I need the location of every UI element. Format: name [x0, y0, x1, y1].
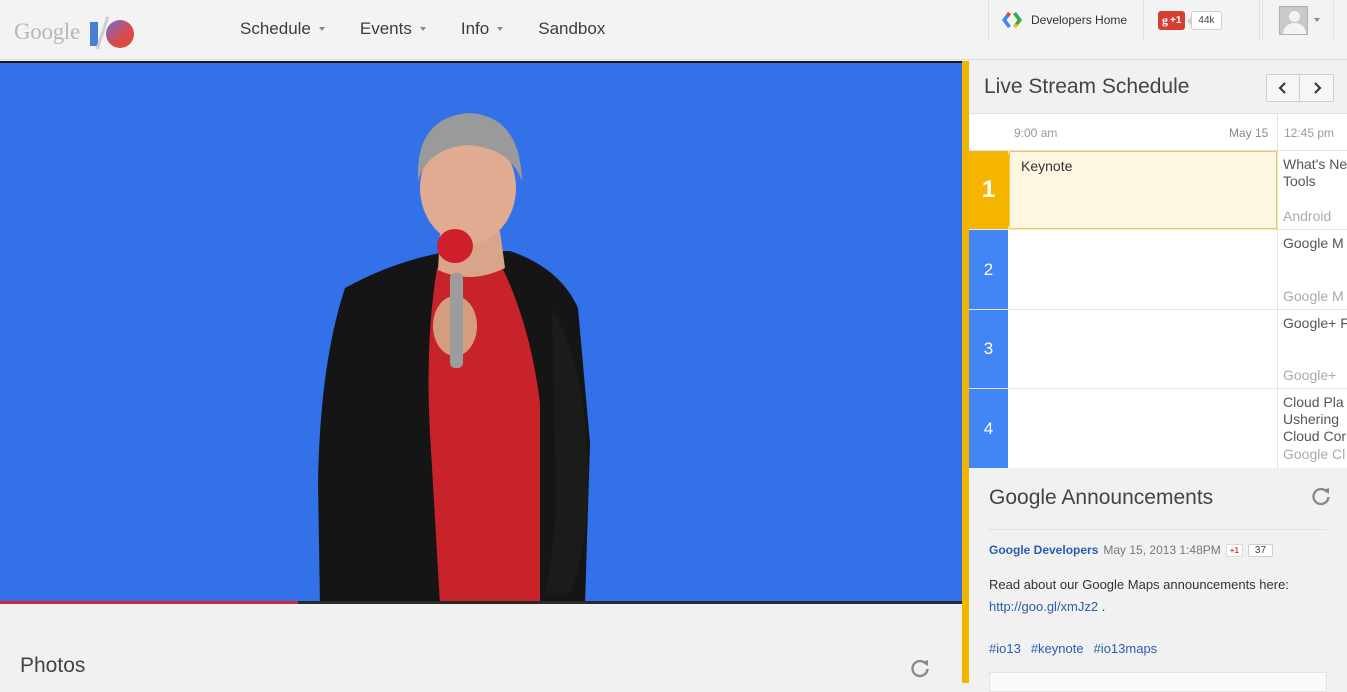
- chevron-down-icon: [497, 27, 504, 31]
- live-stream-schedule: Live Stream Schedule 9:00 am May 15 12:4…: [969, 61, 1347, 468]
- schedule-session-current[interactable]: [1009, 310, 1277, 388]
- plus-one-label: +1: [1170, 14, 1182, 26]
- chevron-down-icon: [318, 27, 325, 31]
- announcements-title: Google Announcements: [989, 486, 1214, 509]
- nav-schedule-label: Schedule: [240, 19, 311, 38]
- refresh-icon[interactable]: [909, 658, 931, 680]
- chevron-right-icon: [1313, 82, 1321, 94]
- hashtag-link[interactable]: #io13: [989, 641, 1021, 656]
- schedule-session-current[interactable]: [1009, 389, 1277, 468]
- divider: [989, 529, 1327, 530]
- schedule-title: Live Stream Schedule: [984, 75, 1190, 98]
- nav-info[interactable]: Info: [460, 19, 504, 39]
- plus-one-count: 37: [1247, 543, 1274, 557]
- chevron-down-icon: [419, 27, 426, 31]
- schedule-timebar: 9:00 am May 15 12:45 pm: [969, 114, 1347, 151]
- account-menu[interactable]: [1262, 0, 1334, 40]
- post-hashtags: #io13 #keynote #io13maps: [989, 641, 1167, 656]
- post-link[interactable]: http://goo.gl/xmJz2: [989, 599, 1098, 614]
- live-video-player[interactable]: [0, 61, 962, 603]
- nav-sandbox[interactable]: Sandbox: [538, 19, 605, 39]
- developers-home-label: Developers Home: [1031, 13, 1128, 27]
- next-session-title[interactable]: Google M: [1283, 235, 1347, 252]
- io-mark-icon: [86, 14, 142, 50]
- schedule-row[interactable]: 3 Google+ F Google+: [969, 310, 1347, 389]
- hashtag-link[interactable]: #io13maps: [1094, 641, 1158, 656]
- next-session-track: Google M: [1283, 288, 1344, 304]
- next-session-track: Google Cl: [1283, 446, 1346, 462]
- developers-home-link[interactable]: Developers Home: [988, 0, 1144, 40]
- schedule-row[interactable]: 4 Cloud Pla Ushering Cloud Cor Google Cl: [969, 389, 1347, 468]
- post-text: Read about our Google Maps announcements…: [989, 577, 1289, 592]
- photos-section: Photos: [0, 604, 962, 683]
- row-number: 4: [969, 389, 1008, 468]
- google-io-logo[interactable]: Google: [14, 14, 142, 50]
- schedule-prev-button[interactable]: [1266, 74, 1300, 102]
- time-date: May 15: [1229, 126, 1269, 140]
- next-session-track: Google+: [1283, 367, 1337, 383]
- schedule-session-current[interactable]: Keynote: [1009, 151, 1277, 229]
- logo-wordmark: Google: [14, 19, 80, 44]
- schedule-next-button[interactable]: [1300, 74, 1334, 102]
- post-meta: Google Developers May 15, 2013 1:48PM +1…: [989, 543, 1274, 557]
- photos-title: Photos: [20, 654, 86, 677]
- refresh-icon[interactable]: [1310, 486, 1332, 508]
- schedule-row[interactable]: 2 Google M Google M: [969, 230, 1347, 310]
- nav-sandbox-label: Sandbox: [538, 19, 606, 38]
- schedule-session-current[interactable]: [1009, 230, 1277, 309]
- hashtag-link[interactable]: #keynote: [1031, 641, 1084, 656]
- plus-one-count: 44k: [1187, 10, 1222, 30]
- session-title: Keynote: [1021, 158, 1073, 174]
- post-date: May 15, 2013 1:48PM: [1103, 543, 1221, 557]
- plus-one-widget: g +1 44k: [1145, 0, 1260, 40]
- nav-events-label: Events: [359, 19, 412, 38]
- row-number: 2: [969, 230, 1008, 309]
- next-session-title[interactable]: Google+ F: [1283, 315, 1347, 332]
- top-bar: Google Schedule Events Info Sandbox Deve…: [0, 0, 1347, 60]
- time-next: 12:45 pm: [1284, 126, 1335, 140]
- plus-one-button[interactable]: +1: [1225, 543, 1243, 557]
- chevron-left-icon: [1278, 82, 1286, 94]
- schedule-row[interactable]: 1 Keynote What's Ne Tools Android: [969, 151, 1347, 230]
- next-session-title[interactable]: Cloud Pla Ushering Cloud Cor: [1283, 394, 1347, 445]
- post-body: Read about our Google Maps announcements…: [989, 574, 1289, 618]
- post-author-link[interactable]: Google Developers: [989, 543, 1098, 557]
- next-session-title[interactable]: What's Ne Tools: [1283, 156, 1347, 190]
- nav-info-label: Info: [460, 19, 490, 38]
- live-divider: [962, 61, 969, 683]
- row-number: 1: [969, 151, 1017, 229]
- schedule-header: Live Stream Schedule: [969, 61, 1347, 114]
- next-session-track: Android: [1283, 208, 1332, 224]
- chevron-down-icon: [1314, 18, 1320, 22]
- post-text-end: .: [1101, 599, 1106, 614]
- main-nav: Schedule Events Info Sandbox: [240, 0, 640, 58]
- next-post-card: [989, 672, 1327, 692]
- row-number: 3: [969, 310, 1008, 388]
- video-frame-speaker: [0, 63, 962, 603]
- avatar-icon: [1279, 5, 1308, 35]
- google-announcements: Google Announcements Google Developers M…: [969, 468, 1347, 692]
- nav-events[interactable]: Events: [360, 19, 426, 39]
- google-plus-icon[interactable]: g +1: [1158, 10, 1186, 30]
- nav-schedule[interactable]: Schedule: [240, 19, 325, 39]
- time-start: 9:00 am: [1014, 126, 1058, 140]
- developers-logo-icon: [1002, 12, 1022, 28]
